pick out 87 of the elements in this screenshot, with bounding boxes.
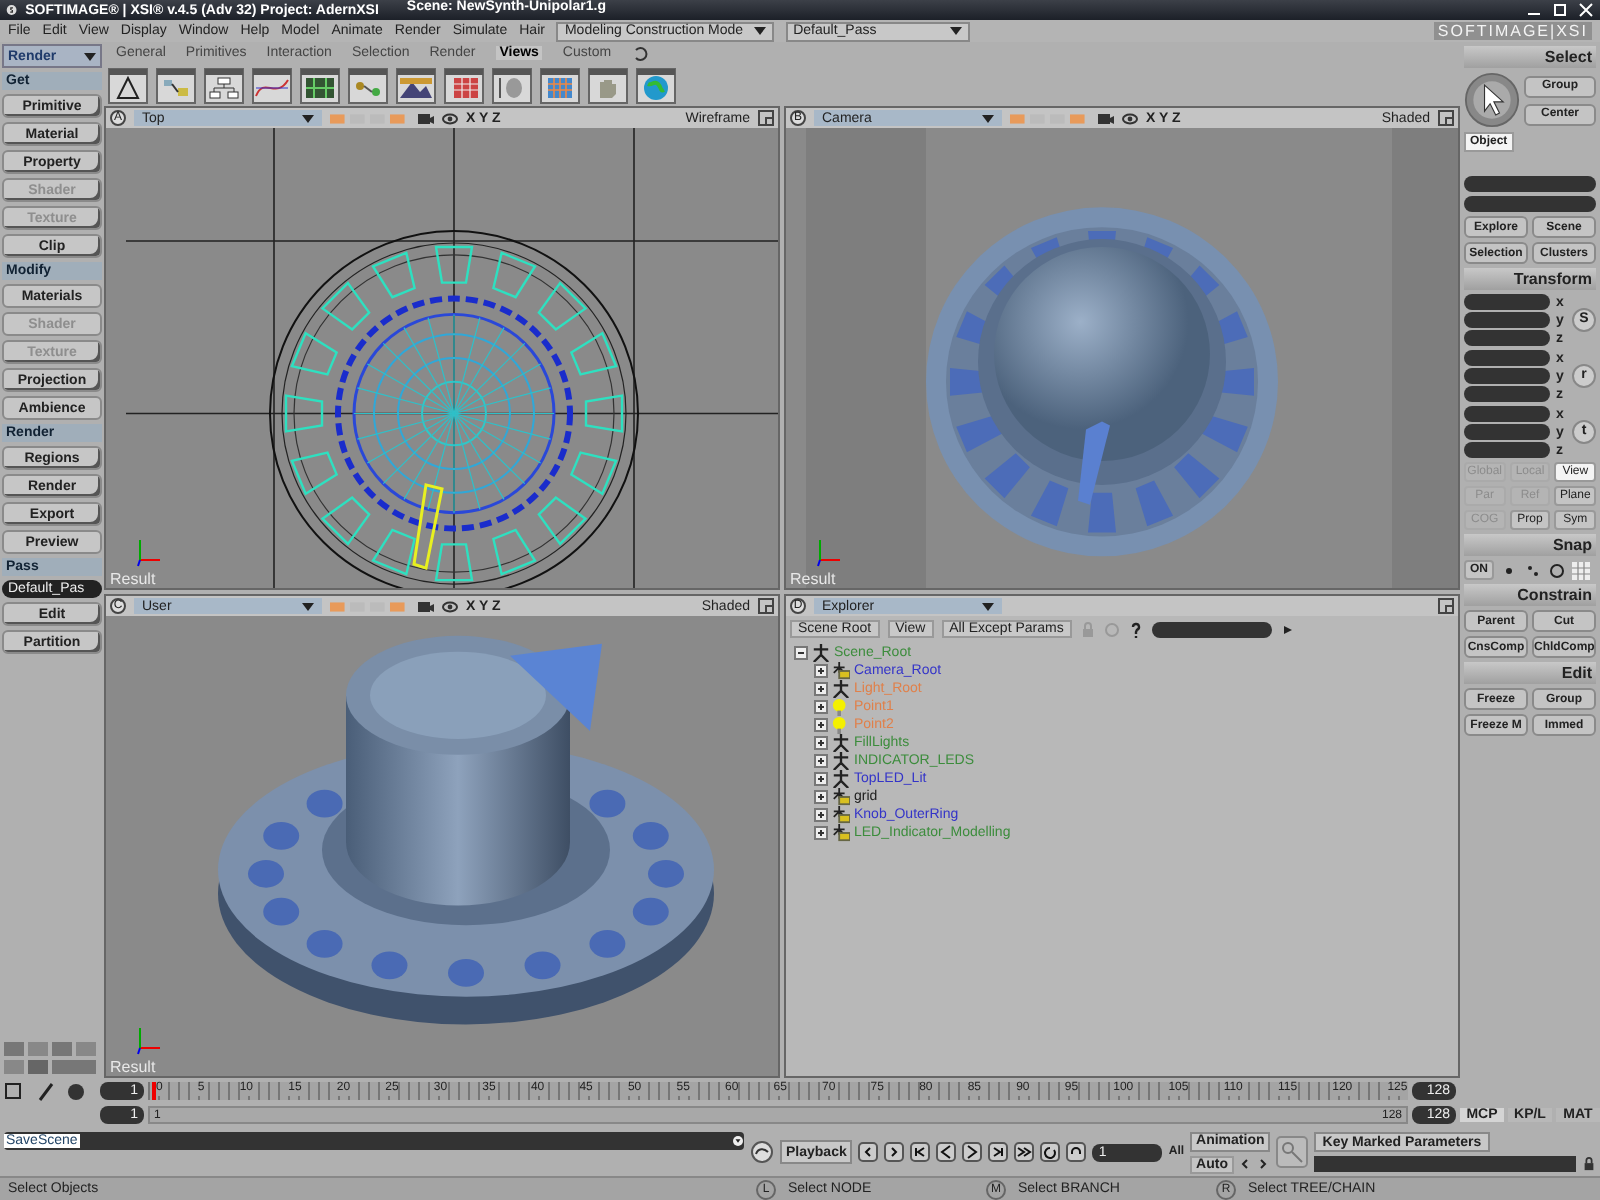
arrow-icon[interactable] xyxy=(1279,621,1296,637)
axis-icon xyxy=(814,536,846,568)
visibility-toggles-icon[interactable] xyxy=(1010,111,1090,125)
model-icon xyxy=(832,824,850,842)
first-frame-icon[interactable] xyxy=(910,1142,931,1162)
step-back-icon[interactable] xyxy=(936,1142,957,1162)
light-bulb-icon xyxy=(832,698,850,716)
eye-icon[interactable] xyxy=(442,111,458,125)
selection-field[interactable] xyxy=(1464,176,1596,192)
model-icon xyxy=(832,788,850,806)
axis-icon xyxy=(134,1024,166,1056)
caret-icon xyxy=(296,601,314,611)
skip-end-icon[interactable] xyxy=(1014,1142,1035,1162)
dots-icon[interactable] xyxy=(1524,561,1542,579)
panel-header: Constrain xyxy=(1464,584,1596,606)
null-icon xyxy=(812,644,830,662)
value-field[interactable] xyxy=(1464,442,1550,458)
expand-toggle[interactable] xyxy=(814,808,828,822)
value-field[interactable] xyxy=(1464,368,1550,384)
visibility-toggles-icon[interactable] xyxy=(330,111,410,125)
play-icon[interactable] xyxy=(962,1142,983,1162)
table-icon[interactable] xyxy=(444,67,484,103)
expand-toggle[interactable] xyxy=(814,700,828,714)
null-icon xyxy=(832,734,850,752)
nodes-icon[interactable] xyxy=(348,67,388,103)
next-key-icon[interactable] xyxy=(1255,1156,1270,1172)
close-icon[interactable] xyxy=(1578,2,1594,18)
value-field[interactable] xyxy=(1464,294,1550,310)
camera-icon[interactable] xyxy=(418,111,434,125)
camera-icon[interactable] xyxy=(1098,111,1114,125)
expand-toggle[interactable] xyxy=(794,646,808,660)
light-bulb-icon xyxy=(832,716,850,734)
panel-header: Transform xyxy=(1464,268,1596,290)
null-icon xyxy=(832,680,850,698)
caret-icon xyxy=(976,113,994,123)
panel-header: Edit xyxy=(1464,662,1596,684)
next-key-icon[interactable] xyxy=(884,1142,905,1162)
model-icon xyxy=(832,662,850,680)
visibility-toggles-icon[interactable] xyxy=(330,599,410,613)
expand-toggle[interactable] xyxy=(814,664,828,678)
expand-toggle[interactable] xyxy=(814,772,828,786)
help-icon[interactable] xyxy=(1127,621,1144,637)
expand-toggle[interactable] xyxy=(814,826,828,840)
caret-icon xyxy=(78,51,96,61)
null-icon xyxy=(832,752,850,770)
undo-icon[interactable] xyxy=(631,45,648,61)
null-icon xyxy=(832,770,850,788)
value-field[interactable] xyxy=(1464,424,1550,440)
value-field[interactable] xyxy=(1464,312,1550,328)
cone-icon[interactable] xyxy=(108,67,148,103)
model-icon xyxy=(832,806,850,824)
search-field[interactable] xyxy=(1151,621,1272,637)
marked-parameters-field[interactable] xyxy=(1314,1156,1576,1172)
expand-toggle[interactable] xyxy=(814,736,828,750)
expand-toggle[interactable] xyxy=(814,718,828,732)
axis-icon xyxy=(134,536,166,568)
selection-field[interactable] xyxy=(1464,196,1596,212)
panel-header: Select xyxy=(1464,46,1596,68)
lock-icon[interactable] xyxy=(1582,1156,1596,1172)
hierarchy-icon[interactable] xyxy=(204,67,244,103)
eye-icon[interactable] xyxy=(1122,111,1138,125)
value-field[interactable] xyxy=(1464,330,1550,346)
grid-icon[interactable] xyxy=(300,67,340,103)
value-field[interactable] xyxy=(1464,386,1550,402)
camera-icon[interactable] xyxy=(418,599,434,613)
network-icon[interactable] xyxy=(156,67,196,103)
landscape-icon[interactable] xyxy=(396,67,436,103)
viewport-footer: Result xyxy=(790,570,836,588)
brand-logo: SOFTIMAGE|XSI xyxy=(1433,22,1592,40)
viewport-footer: Result xyxy=(110,570,156,588)
expand-toggle[interactable] xyxy=(814,754,828,768)
panel-header: Snap xyxy=(1464,534,1596,556)
previous-key-icon[interactable] xyxy=(1237,1156,1252,1172)
expand-toggle[interactable] xyxy=(814,682,828,696)
caret-icon xyxy=(976,601,994,611)
last-frame-icon[interactable] xyxy=(988,1142,1009,1162)
caret-icon xyxy=(296,113,314,123)
previous-key-icon[interactable] xyxy=(858,1142,879,1162)
expand-toggle[interactable] xyxy=(814,790,828,804)
value-field[interactable] xyxy=(1464,406,1550,422)
app-logo-icon xyxy=(6,2,18,18)
viewport-footer: Result xyxy=(110,1058,156,1076)
curve-icon[interactable] xyxy=(252,67,292,103)
eye-icon[interactable] xyxy=(442,599,458,613)
globe-icon[interactable] xyxy=(636,67,676,103)
value-field[interactable] xyxy=(1464,350,1550,366)
circle-icon[interactable] xyxy=(1548,561,1566,579)
